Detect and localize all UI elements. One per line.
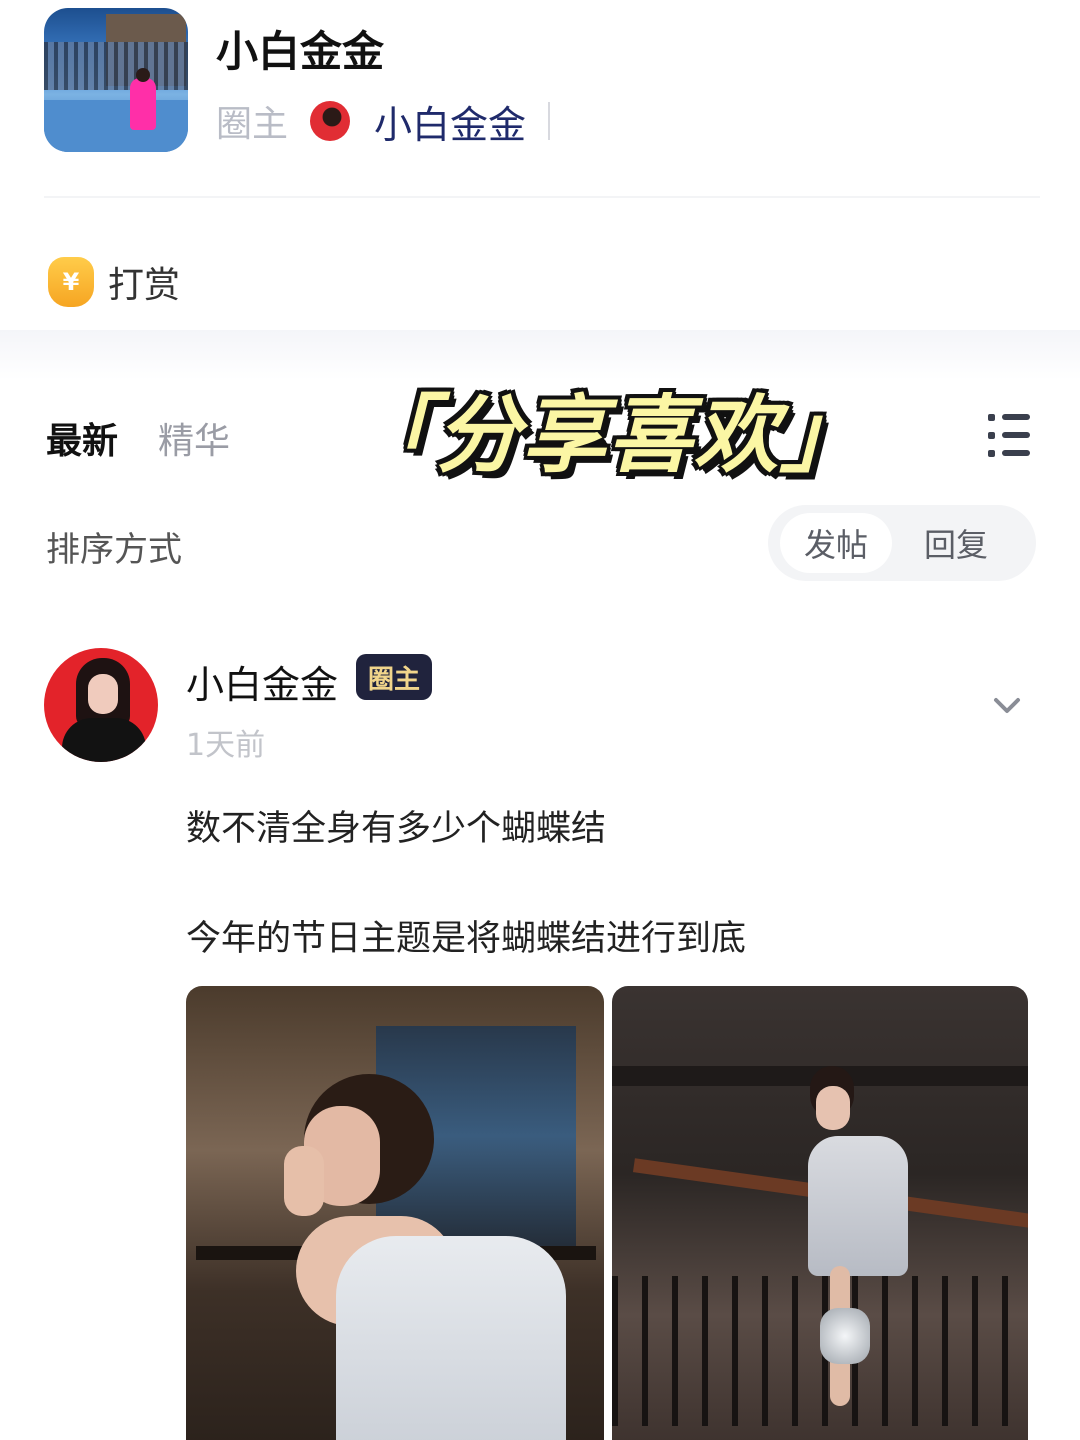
reward-label: 打赏 — [108, 265, 181, 306]
post-author-avatar[interactable] — [44, 648, 158, 762]
sort-toggle: 发帖 回复 — [768, 505, 1036, 581]
list-menu-icon[interactable] — [988, 412, 1030, 458]
photo-subject-dress — [808, 1136, 908, 1276]
money-bag-icon: ¥ — [48, 257, 94, 307]
group-avatar-wall — [44, 100, 188, 152]
list-menu-bar — [1002, 432, 1030, 438]
group-title: 小白金金 — [216, 27, 385, 76]
post-photo-1[interactable] — [186, 986, 604, 1440]
group-avatar-person — [130, 78, 156, 130]
post-text-line-2: 今年的节日主题是将蝴蝶结进行到底 — [186, 919, 747, 959]
group-avatar-fence — [44, 42, 188, 90]
sort-option-reply[interactable]: 回复 — [900, 513, 1012, 573]
avatar-face — [88, 674, 118, 714]
overlay-caption: 「分享喜欢」 — [350, 386, 867, 484]
owner-name-link[interactable]: 小白金金 — [374, 94, 526, 149]
list-menu-dot — [988, 432, 995, 439]
header-divider — [44, 196, 1040, 198]
list-menu-dot — [988, 414, 995, 421]
list-menu-bar — [1002, 450, 1030, 456]
sort-option-post[interactable]: 发帖 — [780, 513, 892, 573]
group-avatar-person-head — [136, 68, 150, 82]
owner-separator — [548, 102, 551, 140]
owner-label: 圈主 — [216, 104, 289, 145]
photo-subject-face — [816, 1086, 850, 1130]
post-photo-2[interactable] — [612, 986, 1028, 1440]
owner-row: 圈主 小白金金 — [216, 94, 551, 149]
post-author-name[interactable]: 小白金金 — [186, 654, 338, 709]
list-menu-dot — [988, 450, 995, 457]
owner-avatar[interactable] — [310, 101, 351, 141]
photo-subject-bag — [820, 1308, 870, 1364]
avatar-body — [62, 718, 146, 762]
list-menu-bar — [1002, 414, 1030, 420]
photo-subject-hand — [284, 1146, 324, 1216]
group-avatar[interactable] — [44, 8, 188, 152]
post-text-line-1: 数不清全身有多少个蝴蝶结 — [186, 809, 607, 849]
sort-label: 排序方式 — [46, 530, 182, 570]
tab-latest[interactable]: 最新 — [46, 412, 118, 464]
owner-badge: 圈主 — [356, 654, 432, 700]
tab-featured[interactable]: 精华 — [158, 412, 230, 464]
post-timestamp: 1天前 — [186, 728, 266, 763]
group-feed-page: 小白金金 圈主 小白金金 ¥ 打赏 最新 精华 「分享喜欢」 排序方式 发帖 回… — [0, 0, 1080, 1440]
photo-subject-dress — [336, 1236, 566, 1440]
reward-button[interactable]: ¥ 打赏 — [48, 256, 180, 308]
chevron-down-icon[interactable] — [990, 688, 1024, 722]
